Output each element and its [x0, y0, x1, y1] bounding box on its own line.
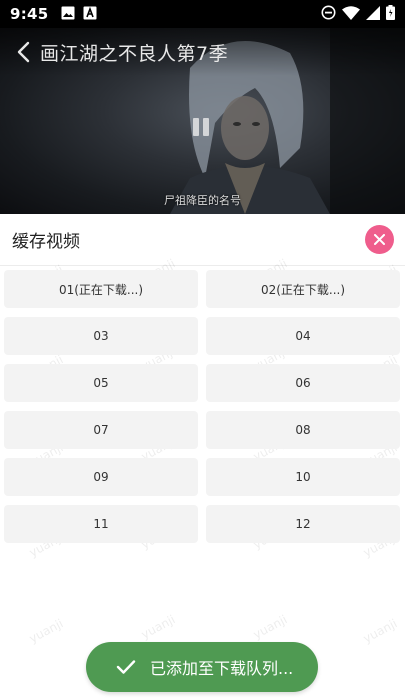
cache-panel-title: 缓存视频 — [12, 232, 80, 252]
watermark: yuanji — [138, 612, 178, 642]
player-top-bar: 画江湖之不良人第7季 — [0, 28, 405, 76]
episode-button[interactable]: 02(正在下载...) — [206, 270, 400, 308]
video-subtitle: 尸祖降臣的名号 — [164, 194, 241, 207]
episode-button[interactable]: 12 — [206, 505, 400, 543]
battery-icon — [386, 4, 395, 24]
cache-panel-header: 缓存视频 — [0, 214, 405, 266]
image-icon — [61, 5, 75, 24]
episode-button[interactable]: 09 — [4, 458, 198, 496]
episode-button[interactable]: 01(正在下载...) — [4, 270, 198, 308]
watermark: yuanji — [250, 612, 290, 642]
video-player[interactable]: 画江湖之不良人第7季 尸祖降臣的名号 — [0, 28, 405, 214]
close-icon — [374, 234, 385, 245]
do-not-disturb-icon — [321, 5, 336, 24]
status-bar: 9:45 — [0, 0, 405, 28]
episode-grid: 01(正在下载...) 02(正在下载...) 03 04 05 06 07 0… — [4, 270, 402, 543]
pause-bar-right — [203, 118, 209, 136]
pause-bar-left — [193, 118, 199, 136]
watermark: yuanji — [360, 616, 400, 646]
wifi-icon — [342, 5, 360, 24]
close-button[interactable] — [365, 225, 394, 254]
watermark: yuanji — [26, 616, 66, 646]
status-system-icons — [321, 4, 395, 24]
episode-button[interactable]: 06 — [206, 364, 400, 402]
back-arrow-icon — [17, 41, 30, 63]
episode-button[interactable]: 05 — [4, 364, 198, 402]
status-notification-icons — [61, 5, 97, 24]
checkmark-icon — [116, 658, 138, 676]
download-toast: 已添加至下载队列... — [86, 642, 318, 692]
episode-button[interactable]: 08 — [206, 411, 400, 449]
episode-button[interactable]: 04 — [206, 317, 400, 355]
toast-message: 已添加至下载队列... — [150, 659, 294, 678]
episode-button[interactable]: 07 — [4, 411, 198, 449]
episode-button[interactable]: 10 — [206, 458, 400, 496]
status-time: 9:45 — [10, 5, 49, 23]
episode-button[interactable]: 03 — [4, 317, 198, 355]
video-title: 画江湖之不良人第7季 — [40, 42, 229, 65]
pause-button[interactable] — [193, 118, 211, 140]
back-button[interactable] — [12, 40, 34, 64]
episode-button[interactable]: 11 — [4, 505, 198, 543]
signal-icon — [366, 5, 380, 24]
a-badge-icon — [83, 5, 97, 24]
